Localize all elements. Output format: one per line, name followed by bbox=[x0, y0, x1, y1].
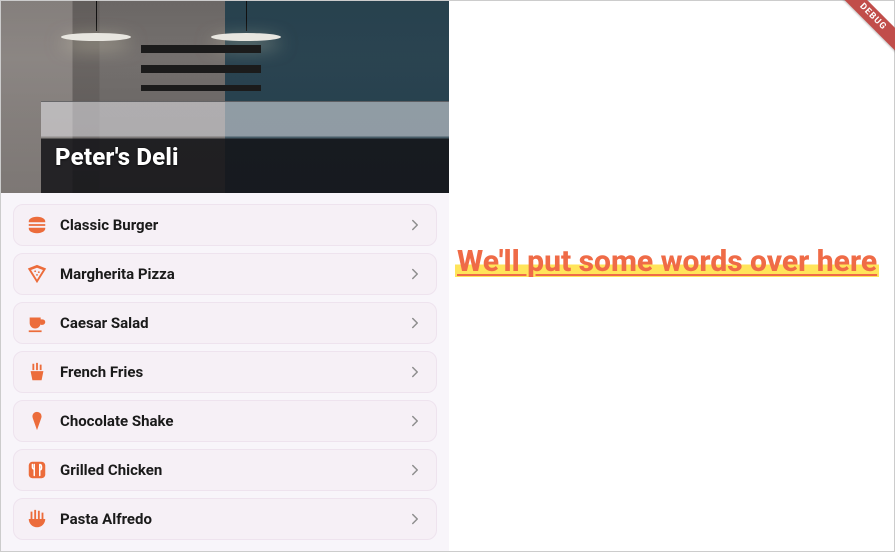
menu-item-margherita-pizza[interactable]: Margherita Pizza bbox=[13, 253, 437, 295]
chevron-right-icon bbox=[404, 459, 426, 481]
menu-item-label: Grilled Chicken bbox=[60, 461, 162, 479]
left-panel: Peter's Deli Classic Burger Margherita P… bbox=[1, 1, 449, 551]
chevron-right-icon bbox=[404, 214, 426, 236]
chevron-right-icon bbox=[404, 361, 426, 383]
pizza-icon bbox=[24, 261, 50, 287]
chevron-right-icon bbox=[404, 312, 426, 334]
fries-icon bbox=[24, 359, 50, 385]
menu-item-label: French Fries bbox=[60, 363, 143, 381]
highlight-heading: We'll put some words over here bbox=[455, 243, 886, 281]
menu-item-caesar-salad[interactable]: Caesar Salad bbox=[13, 302, 437, 344]
app-frame: Peter's Deli Classic Burger Margherita P… bbox=[0, 0, 895, 552]
lamp-icon bbox=[201, 1, 291, 41]
page-title: Peter's Deli bbox=[55, 143, 179, 171]
shelf-icon bbox=[141, 45, 261, 91]
menu-item-label: Margherita Pizza bbox=[60, 265, 175, 283]
menu-list: Classic Burger Margherita Pizza bbox=[1, 193, 449, 551]
menu-item-label: Pasta Alfredo bbox=[60, 510, 152, 528]
menu-item-french-fries[interactable]: French Fries bbox=[13, 351, 437, 393]
highlight-heading-text: We'll put some words over here bbox=[455, 244, 879, 279]
header-image: Peter's Deli bbox=[1, 1, 449, 193]
chevron-right-icon bbox=[404, 410, 426, 432]
right-panel: We'll put some words over here bbox=[449, 1, 894, 551]
icecream-icon bbox=[24, 408, 50, 434]
burger-icon bbox=[24, 212, 50, 238]
chevron-right-icon bbox=[404, 263, 426, 285]
lamp-icon bbox=[51, 1, 141, 41]
utensils-icon bbox=[24, 457, 50, 483]
cup-icon bbox=[24, 310, 50, 336]
menu-item-chocolate-shake[interactable]: Chocolate Shake bbox=[13, 400, 437, 442]
menu-item-label: Chocolate Shake bbox=[60, 412, 174, 430]
noodles-icon bbox=[24, 506, 50, 532]
menu-item-label: Caesar Salad bbox=[60, 314, 149, 332]
chevron-right-icon bbox=[404, 508, 426, 530]
menu-item-pasta-alfredo[interactable]: Pasta Alfredo bbox=[13, 498, 437, 540]
menu-item-label: Classic Burger bbox=[60, 216, 158, 234]
menu-item-classic-burger[interactable]: Classic Burger bbox=[13, 204, 437, 246]
menu-item-grilled-chicken[interactable]: Grilled Chicken bbox=[13, 449, 437, 491]
